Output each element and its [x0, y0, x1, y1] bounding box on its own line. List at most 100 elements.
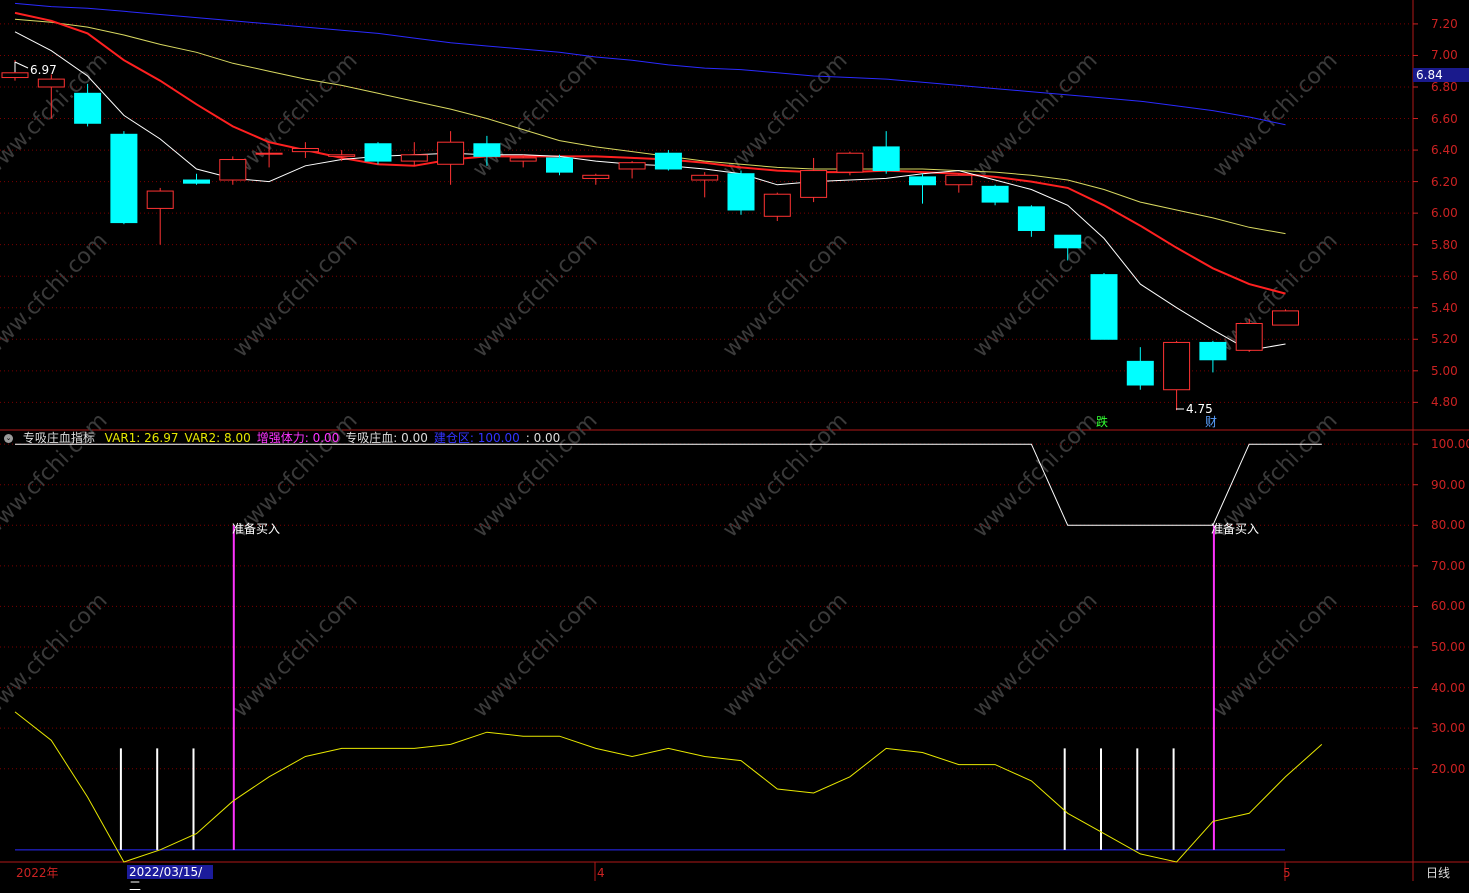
candle-body — [183, 179, 210, 184]
watermark-text: www.cfchi.com — [1208, 48, 1342, 182]
candle-body — [110, 133, 138, 224]
indicator-field: 增强体力: 0.00 — [256, 431, 340, 445]
signal-die-label: 跌 — [1096, 415, 1109, 429]
signal-cai-label: 财 — [1205, 415, 1218, 429]
watermark-text: www.cfchi.com — [468, 408, 602, 542]
watermark-text: www.cfchi.com — [718, 588, 852, 722]
candle-body — [1126, 360, 1154, 386]
collapse-icon[interactable]: ⌄ — [4, 434, 13, 443]
y-tick-label: 5.60 — [1431, 269, 1458, 284]
y-tick-label: 6.80 — [1431, 79, 1458, 94]
candle-body — [691, 174, 719, 181]
watermark-text: www.cfchi.com — [228, 588, 362, 722]
watermark-text: www.cfchi.com — [968, 408, 1102, 542]
candle-body — [800, 170, 828, 198]
indicator-field: 建仓区: 100.00 — [433, 431, 520, 445]
candle-body — [872, 146, 900, 172]
watermark-text: www.cfchi.com — [1208, 588, 1342, 722]
candle-body — [37, 78, 65, 88]
candle-body — [437, 141, 465, 165]
candle-body — [74, 92, 102, 124]
y-tick-label: 30.00 — [1431, 721, 1466, 736]
period-selector[interactable]: 日线 — [1426, 866, 1450, 880]
indicator-field: VAR2: 8.00 — [184, 431, 251, 445]
candle-body — [219, 159, 247, 181]
watermark-text: www.cfchi.com — [718, 228, 852, 362]
candle-body — [473, 143, 501, 157]
y-tick-label: 20.00 — [1431, 761, 1466, 776]
var1-line — [14, 711, 1323, 863]
low-price-annotation: 4.75 — [1186, 402, 1213, 416]
watermark-text: www.cfchi.com — [468, 588, 602, 722]
y-tick-label: 40.00 — [1431, 680, 1466, 695]
candle-body — [291, 147, 319, 153]
watermark-text: www.cfchi.com — [228, 228, 362, 362]
y-tick-label: 5.20 — [1431, 332, 1458, 347]
indicator-field: 专吸庄血: 0.00 — [345, 431, 428, 445]
watermark-text: www.cfchi.com — [468, 228, 602, 362]
candle-body — [981, 185, 1009, 203]
candle-body — [1272, 310, 1299, 326]
buy-signal-label: 准备买入 — [232, 522, 281, 536]
watermark-text: www.cfchi.com — [1208, 228, 1342, 362]
candle-body — [582, 174, 610, 179]
watermark-text: www.cfchi.com — [968, 588, 1102, 722]
candle-body — [1199, 341, 1227, 361]
candle-body — [509, 157, 537, 162]
y-tick-label: 5.00 — [1431, 363, 1458, 378]
buy-signal-label: 准备买入 — [1211, 522, 1260, 536]
candle-body — [654, 152, 682, 170]
y-tick-label: 60.00 — [1431, 599, 1466, 614]
candle-body — [1, 72, 29, 79]
y-tick-label: 7.20 — [1431, 16, 1458, 31]
y-tick-label: 50.00 — [1431, 640, 1466, 654]
y-tick-label: 4.80 — [1431, 395, 1458, 410]
candle-body — [909, 176, 936, 186]
watermark-text: www.cfchi.com — [968, 48, 1102, 182]
high-price-annotation: 6.97 — [30, 63, 57, 77]
y-tick-label: 80.00 — [1431, 518, 1466, 533]
y-tick-label: 100.00 — [1431, 437, 1469, 452]
indicator-fields: VAR1: 26.97 VAR2: 8.00 增强体力: 0.00 专吸庄血: 0.0… — [105, 431, 567, 445]
y-tick-label: 6.00 — [1431, 206, 1458, 221]
watermark-text: www.cfchi.com — [0, 588, 113, 722]
candle-body — [1090, 274, 1118, 340]
candle-body — [546, 157, 573, 173]
y-tick-label: 5.80 — [1431, 237, 1458, 252]
high-marker — [14, 61, 29, 69]
candle-body — [146, 190, 174, 209]
x-label-year: 2022年 — [16, 866, 59, 880]
candle-body — [1163, 341, 1191, 391]
y-tick-label: 90.00 — [1431, 477, 1466, 492]
candle-body — [255, 152, 283, 155]
watermark-text: www.cfchi.com — [468, 48, 602, 182]
candle-body — [1235, 323, 1263, 351]
candle-body — [836, 152, 864, 173]
watermark-text: www.cfchi.com — [968, 228, 1102, 362]
y-tick-label: 6.40 — [1431, 143, 1458, 158]
watermark-text: www.cfchi.com — [718, 408, 852, 542]
watermark-text: www.cfchi.com — [0, 228, 113, 362]
y-tick-label: 5.40 — [1431, 300, 1458, 315]
y-tick-label: 6.60 — [1431, 111, 1458, 126]
indicator-header: ⌄ 专吸庄血指标 VAR1: 26.97 VAR2: 8.00 增强体力: 0.00… — [4, 431, 572, 445]
cursor-date: 2022/03/15/二 — [127, 865, 213, 893]
watermark-text: www.cfchi.com — [0, 408, 113, 542]
candle-body — [945, 174, 973, 186]
candle-body — [364, 143, 392, 162]
indicator-field: : 0.00 — [525, 431, 561, 445]
watermark-text: www.cfchi.com — [718, 48, 852, 182]
watermark-text: www.cfchi.com — [228, 48, 362, 182]
candle-body — [763, 193, 791, 217]
y-tick-label: 70.00 — [1431, 558, 1466, 573]
y-tick-label: 7.00 — [1431, 48, 1458, 63]
candle-body — [328, 154, 356, 157]
x-label-may: 5 — [1283, 866, 1291, 880]
candle-body — [727, 173, 755, 211]
candle-body — [1017, 206, 1045, 231]
candle-body — [618, 162, 646, 170]
indicator-field: VAR1: 26.97 — [104, 431, 179, 445]
candle-body — [1054, 234, 1082, 249]
indicator-name: 专吸庄血指标 — [22, 431, 95, 445]
y-tick-label: 6.20 — [1431, 174, 1458, 189]
